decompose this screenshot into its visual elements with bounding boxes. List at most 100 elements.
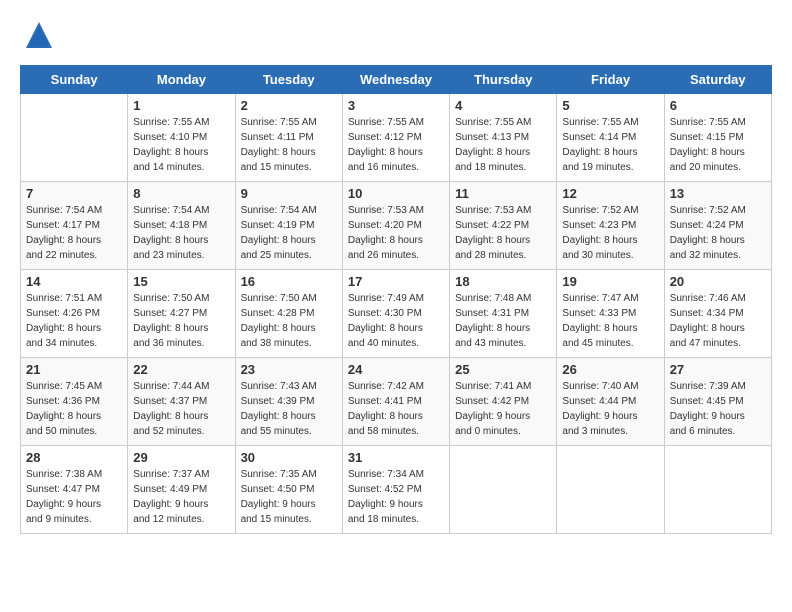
calendar-cell: 11 Sunrise: 7:53 AMSunset: 4:22 PMDayligh… bbox=[450, 182, 557, 270]
day-header-sunday: Sunday bbox=[21, 66, 128, 94]
day-info: Sunrise: 7:35 AMSunset: 4:50 PMDaylight:… bbox=[241, 467, 337, 527]
day-header-friday: Friday bbox=[557, 66, 664, 94]
calendar-cell: 1 Sunrise: 7:55 AMSunset: 4:10 PMDaylight… bbox=[128, 94, 235, 182]
day-info: Sunrise: 7:43 AMSunset: 4:39 PMDaylight:… bbox=[241, 379, 337, 439]
day-info: Sunrise: 7:52 AMSunset: 4:23 PMDaylight:… bbox=[562, 203, 658, 263]
logo bbox=[20, 20, 54, 55]
day-info: Sunrise: 7:45 AMSunset: 4:36 PMDaylight:… bbox=[26, 379, 122, 439]
calendar-cell: 3 Sunrise: 7:55 AMSunset: 4:12 PMDaylight… bbox=[342, 94, 449, 182]
calendar-cell bbox=[21, 94, 128, 182]
page-header bbox=[20, 20, 772, 55]
day-info: Sunrise: 7:54 AMSunset: 4:17 PMDaylight:… bbox=[26, 203, 122, 263]
calendar-cell: 14 Sunrise: 7:51 AMSunset: 4:26 PMDayligh… bbox=[21, 270, 128, 358]
day-number: 16 bbox=[241, 274, 337, 289]
calendar-cell: 6 Sunrise: 7:55 AMSunset: 4:15 PMDaylight… bbox=[664, 94, 771, 182]
calendar-cell: 25 Sunrise: 7:41 AMSunset: 4:42 PMDayligh… bbox=[450, 358, 557, 446]
calendar-cell: 23 Sunrise: 7:43 AMSunset: 4:39 PMDayligh… bbox=[235, 358, 342, 446]
day-number: 9 bbox=[241, 186, 337, 201]
day-info: Sunrise: 7:50 AMSunset: 4:27 PMDaylight:… bbox=[133, 291, 229, 351]
calendar-cell: 21 Sunrise: 7:45 AMSunset: 4:36 PMDayligh… bbox=[21, 358, 128, 446]
day-number: 21 bbox=[26, 362, 122, 377]
day-number: 3 bbox=[348, 98, 444, 113]
calendar-cell: 26 Sunrise: 7:40 AMSunset: 4:44 PMDayligh… bbox=[557, 358, 664, 446]
day-info: Sunrise: 7:55 AMSunset: 4:15 PMDaylight:… bbox=[670, 115, 766, 175]
day-number: 17 bbox=[348, 274, 444, 289]
calendar-cell: 17 Sunrise: 7:49 AMSunset: 4:30 PMDayligh… bbox=[342, 270, 449, 358]
day-number: 19 bbox=[562, 274, 658, 289]
day-number: 8 bbox=[133, 186, 229, 201]
day-info: Sunrise: 7:53 AMSunset: 4:22 PMDaylight:… bbox=[455, 203, 551, 263]
day-info: Sunrise: 7:34 AMSunset: 4:52 PMDaylight:… bbox=[348, 467, 444, 527]
calendar-cell: 22Sunrise: 7:44 AMSunset: 4:37 PMDayligh… bbox=[128, 358, 235, 446]
day-info: Sunrise: 7:46 AMSunset: 4:34 PMDaylight:… bbox=[670, 291, 766, 351]
calendar-cell: 7 Sunrise: 7:54 AMSunset: 4:17 PMDaylight… bbox=[21, 182, 128, 270]
calendar-cell bbox=[664, 446, 771, 534]
calendar-cell: 4 Sunrise: 7:55 AMSunset: 4:13 PMDaylight… bbox=[450, 94, 557, 182]
day-number: 5 bbox=[562, 98, 658, 113]
calendar-cell: 28 Sunrise: 7:38 AMSunset: 4:47 PMDayligh… bbox=[21, 446, 128, 534]
day-number: 29 bbox=[133, 450, 229, 465]
day-info: Sunrise: 7:50 AMSunset: 4:28 PMDaylight:… bbox=[241, 291, 337, 351]
day-number: 11 bbox=[455, 186, 551, 201]
day-info: Sunrise: 7:49 AMSunset: 4:30 PMDaylight:… bbox=[348, 291, 444, 351]
day-info: Sunrise: 7:55 AMSunset: 4:14 PMDaylight:… bbox=[562, 115, 658, 175]
day-number: 15 bbox=[133, 274, 229, 289]
day-number: 1 bbox=[133, 98, 229, 113]
day-number: 2 bbox=[241, 98, 337, 113]
day-number: 10 bbox=[348, 186, 444, 201]
day-info: Sunrise: 7:38 AMSunset: 4:47 PMDaylight:… bbox=[26, 467, 122, 527]
calendar-cell: 8 Sunrise: 7:54 AMSunset: 4:18 PMDaylight… bbox=[128, 182, 235, 270]
day-info: Sunrise: 7:40 AMSunset: 4:44 PMDaylight:… bbox=[562, 379, 658, 439]
day-header-wednesday: Wednesday bbox=[342, 66, 449, 94]
calendar-cell: 19 Sunrise: 7:47 AMSunset: 4:33 PMDayligh… bbox=[557, 270, 664, 358]
day-number: 31 bbox=[348, 450, 444, 465]
calendar-cell: 16 Sunrise: 7:50 AMSunset: 4:28 PMDayligh… bbox=[235, 270, 342, 358]
logo-icon bbox=[24, 20, 54, 50]
calendar-cell: 29 Sunrise: 7:37 AMSunset: 4:49 PMDayligh… bbox=[128, 446, 235, 534]
calendar-cell: 20 Sunrise: 7:46 AMSunset: 4:34 PMDayligh… bbox=[664, 270, 771, 358]
day-info: Sunrise: 7:41 AMSunset: 4:42 PMDaylight:… bbox=[455, 379, 551, 439]
day-info: Sunrise: 7:55 AMSunset: 4:11 PMDaylight:… bbox=[241, 115, 337, 175]
calendar-cell bbox=[450, 446, 557, 534]
day-info: Sunrise: 7:54 AMSunset: 4:18 PMDaylight:… bbox=[133, 203, 229, 263]
day-header-tuesday: Tuesday bbox=[235, 66, 342, 94]
day-info: Sunrise: 7:55 AMSunset: 4:12 PMDaylight:… bbox=[348, 115, 444, 175]
day-number: 28 bbox=[26, 450, 122, 465]
day-info: Sunrise: 7:55 AMSunset: 4:10 PMDaylight:… bbox=[133, 115, 229, 175]
day-number: 4 bbox=[455, 98, 551, 113]
day-info: Sunrise: 7:53 AMSunset: 4:20 PMDaylight:… bbox=[348, 203, 444, 263]
calendar-cell: 31 Sunrise: 7:34 AMSunset: 4:52 PMDayligh… bbox=[342, 446, 449, 534]
day-number: 13 bbox=[670, 186, 766, 201]
day-info: Sunrise: 7:37 AMSunset: 4:49 PMDaylight:… bbox=[133, 467, 229, 527]
day-number: 30 bbox=[241, 450, 337, 465]
day-number: 23 bbox=[241, 362, 337, 377]
calendar-cell: 27 Sunrise: 7:39 AMSunset: 4:45 PMDayligh… bbox=[664, 358, 771, 446]
calendar-cell: 30 Sunrise: 7:35 AMSunset: 4:50 PMDayligh… bbox=[235, 446, 342, 534]
calendar-cell: 5 Sunrise: 7:55 AMSunset: 4:14 PMDaylight… bbox=[557, 94, 664, 182]
day-number: 27 bbox=[670, 362, 766, 377]
calendar-cell: 13 Sunrise: 7:52 AMSunset: 4:24 PMDayligh… bbox=[664, 182, 771, 270]
day-number: 26 bbox=[562, 362, 658, 377]
day-number: 7 bbox=[26, 186, 122, 201]
calendar-cell: 12 Sunrise: 7:52 AMSunset: 4:23 PMDayligh… bbox=[557, 182, 664, 270]
calendar-cell: 9 Sunrise: 7:54 AMSunset: 4:19 PMDaylight… bbox=[235, 182, 342, 270]
calendar-cell: 15 Sunrise: 7:50 AMSunset: 4:27 PMDayligh… bbox=[128, 270, 235, 358]
day-info: Sunrise: 7:54 AMSunset: 4:19 PMDaylight:… bbox=[241, 203, 337, 263]
day-info: Sunrise: 7:39 AMSunset: 4:45 PMDaylight:… bbox=[670, 379, 766, 439]
day-info: Sunrise: 7:47 AMSunset: 4:33 PMDaylight:… bbox=[562, 291, 658, 351]
day-info: Sunrise: 7:52 AMSunset: 4:24 PMDaylight:… bbox=[670, 203, 766, 263]
day-number: 20 bbox=[670, 274, 766, 289]
day-number: 25 bbox=[455, 362, 551, 377]
calendar-cell: 10 Sunrise: 7:53 AMSunset: 4:20 PMDayligh… bbox=[342, 182, 449, 270]
day-number: 6 bbox=[670, 98, 766, 113]
calendar-cell bbox=[557, 446, 664, 534]
day-number: 12 bbox=[562, 186, 658, 201]
day-number: 22 bbox=[133, 362, 229, 377]
day-number: 18 bbox=[455, 274, 551, 289]
calendar-cell: 18Sunrise: 7:48 AMSunset: 4:31 PMDayligh… bbox=[450, 270, 557, 358]
day-header-saturday: Saturday bbox=[664, 66, 771, 94]
calendar-cell: 24Sunrise: 7:42 AMSunset: 4:41 PMDayligh… bbox=[342, 358, 449, 446]
day-info: Sunrise: 7:55 AMSunset: 4:13 PMDaylight:… bbox=[455, 115, 551, 175]
day-info: Sunrise: 7:51 AMSunset: 4:26 PMDaylight:… bbox=[26, 291, 122, 351]
day-number: 14 bbox=[26, 274, 122, 289]
